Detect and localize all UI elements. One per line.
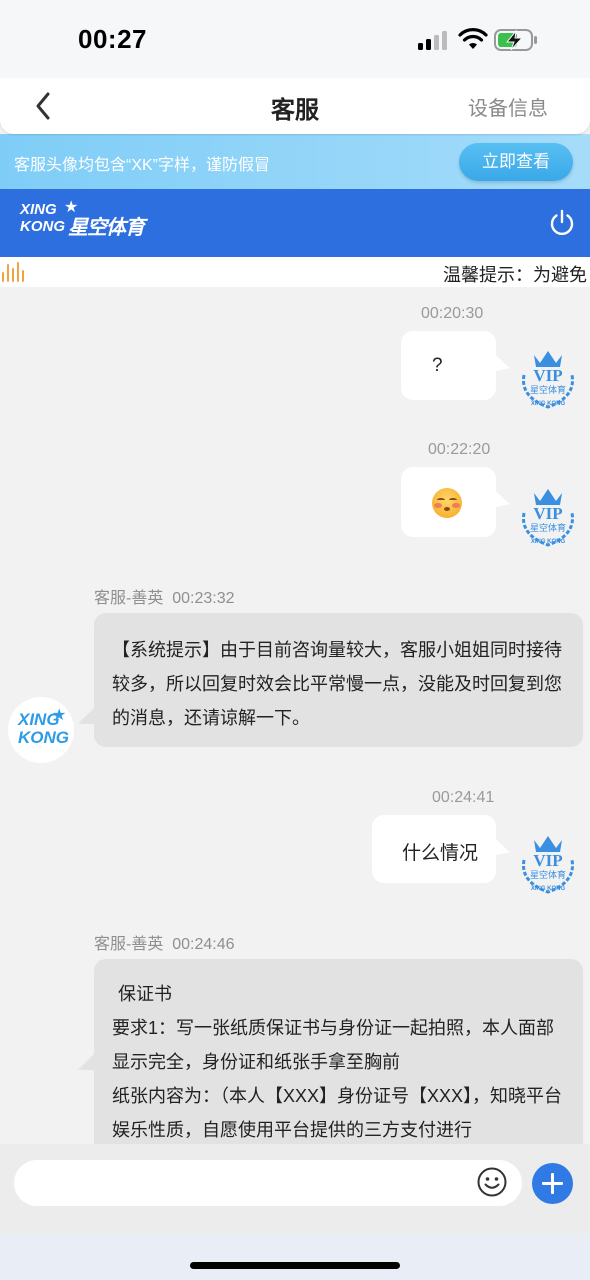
brand-logo: XING KONG ★ 星空体育 [20,199,145,245]
notice-banner: 客服头像均包含“XK”字样，谨防假冒 立即查看 [0,134,590,189]
plus-icon[interactable] [532,1163,573,1204]
device-info-button[interactable]: 设备信息 [468,92,548,121]
agent-avatar[interactable]: XING KONG ★ [8,697,74,763]
battery-charging-icon [494,29,537,51]
vip-en: XING KONG [531,401,566,407]
message-text: 【系统提示】由于目前咨询量较大，客服小姐姐同时接待较多，所以回复时效会比平常慢一… [112,640,562,728]
vip-cn: 星空体育 [530,384,566,396]
vip-cn: 星空体育 [530,869,566,881]
logo-en-line2: KONG [20,218,65,235]
message-time: 00:24:41 [432,789,495,806]
home-area [0,1234,590,1280]
user-message-bubble[interactable]: ? [401,331,496,400]
wifi-icon [458,28,488,49]
marquee-text: 温馨提示：为避免 [443,265,587,285]
logo-cn: 星空体育 [68,217,145,239]
message-text: ? [432,355,443,376]
vip-label: VIP [533,851,562,870]
message-input[interactable] [14,1160,522,1206]
user-message-bubble[interactable]: 什么情况 [372,815,496,883]
nav-bar: 客服 设备信息 [0,78,590,134]
vip-label: VIP [533,366,562,385]
home-indicator[interactable] [190,1262,400,1269]
vip-avatar[interactable]: VIP 星空体育 XING KONG [514,345,582,413]
cellular-signal-icon [418,30,450,50]
vip-avatar[interactable]: VIP 星空体育 XING KONG [514,483,582,551]
message-time: 00:22:20 [428,441,491,458]
agent-message-bubble[interactable]: 【系统提示】由于目前咨询量较大，客服小姐姐同时接待较多，所以回复时效会比平常慢一… [94,613,583,747]
message-sender-line: 客服-善英 00:24:46 [94,930,235,954]
status-time: 00:27 [78,24,147,54]
star-icon: ★ [52,707,67,724]
message-line: 纸张内容为：（本人【XXX】身份证号【XXX】，知晓平台娱乐性质，自愿使用平台提… [112,1086,563,1140]
notice-text: 客服头像均包含“XK”字样，谨防假冒 [14,157,271,174]
vip-cn: 星空体育 [530,522,566,534]
message-time: 00:24:46 [172,936,235,953]
vip-avatar[interactable]: VIP 星空体育 XING KONG [514,830,582,898]
sender-name: 客服-善英 [94,590,164,607]
sound-wave-icon [2,262,26,282]
message-line: 保证书 [118,984,172,1004]
pleading-face-emoji-icon [432,488,462,518]
smile-icon[interactable] [476,1166,508,1198]
vip-label: VIP [533,504,562,523]
marquee-notice: 温馨提示：为避免 [0,257,590,287]
vip-en: XING KONG [531,886,566,892]
status-bar: 00:27 [0,0,590,78]
agent-logo-line2: KONG [18,728,69,747]
input-bar [0,1144,590,1234]
power-icon[interactable] [548,209,576,237]
view-now-button[interactable]: 立即查看 [459,143,573,181]
sender-name: 客服-善英 [94,936,164,953]
message-text: 什么情况 [402,843,479,864]
brand-header: XING KONG ★ 星空体育 [0,189,590,257]
message-sender-line: 客服-善英 00:23:32 [94,584,235,608]
message-time: 00:23:32 [172,590,235,607]
message-time: 00:20:30 [421,305,484,322]
vip-en: XING KONG [531,539,566,545]
message-line: 要求1：写一张纸质保证书与身份证一起拍照，本人面部显示完全，身份证和纸张手拿至胸… [112,1018,555,1072]
agent-message-bubble[interactable]: 保证书 要求1：写一张纸质保证书与身份证一起拍照，本人面部显示完全，身份证和纸张… [94,959,583,1159]
logo-en-line1: XING [20,201,57,218]
